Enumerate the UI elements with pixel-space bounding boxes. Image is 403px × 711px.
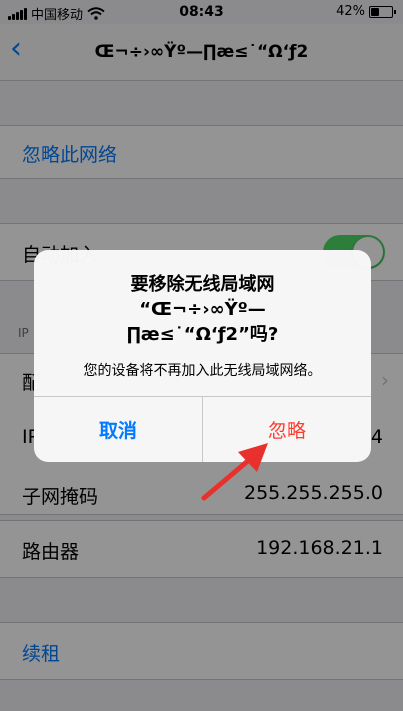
alert-title-line-1: 要移除无线局域网: [130, 274, 275, 295]
cancel-button[interactable]: 取消: [34, 397, 202, 462]
remove-network-alert: 要移除无线局域网 “Œ¬÷›∞Ÿº— ∏æ≤˙“Ω‘ƒ2”吗? 您的设备将不再加…: [34, 250, 371, 462]
alert-title-line-3: ∏æ≤˙“Ω‘ƒ2”吗?: [126, 324, 279, 345]
alert-title: 要移除无线局域网 “Œ¬÷›∞Ÿº— ∏æ≤˙“Ω‘ƒ2”吗?: [46, 272, 359, 347]
alert-title-line-2: “Œ¬÷›∞Ÿº—: [139, 299, 266, 320]
alert-message: 您的设备将不再加入此无线局域网络。: [83, 363, 322, 379]
ignore-button[interactable]: 忽略: [203, 397, 371, 462]
